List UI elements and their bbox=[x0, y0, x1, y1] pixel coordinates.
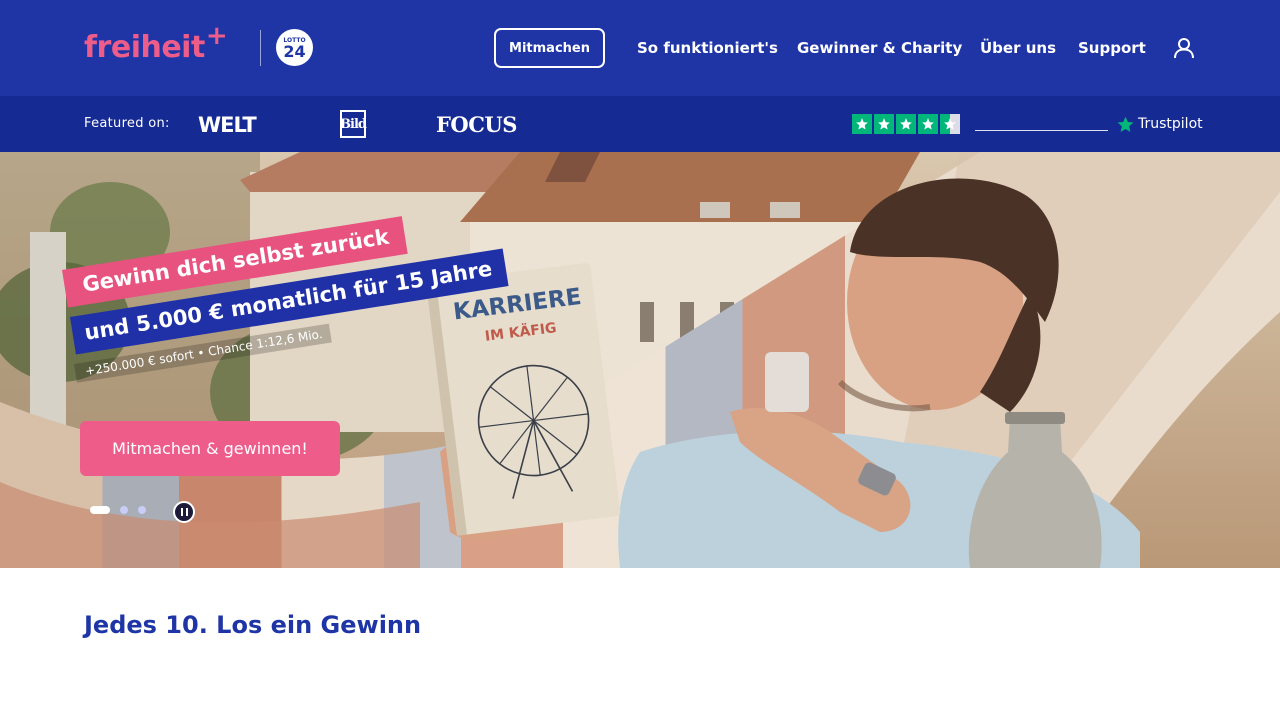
user-icon[interactable] bbox=[1172, 36, 1196, 60]
section-title: Jedes 10. Los ein Gewinn bbox=[84, 611, 422, 639]
freiheit-logo[interactable]: freiheit + bbox=[84, 23, 228, 66]
nav-link-gewinner-charity[interactable]: Gewinner & Charity bbox=[797, 38, 962, 58]
star-icon bbox=[918, 114, 938, 134]
lotto24-badge-number: 24 bbox=[283, 42, 306, 61]
star-icon bbox=[896, 114, 916, 134]
nav-link-support[interactable]: Support bbox=[1078, 38, 1146, 58]
nav-link-ueber-uns[interactable]: Über uns bbox=[980, 38, 1056, 58]
trustpilot-star-icon bbox=[1117, 116, 1134, 132]
pause-icon-bar-left bbox=[180, 508, 183, 516]
focus-logo: FOCUS bbox=[436, 112, 517, 137]
trustpilot-label: Trustpilot bbox=[1138, 116, 1203, 132]
nav-link-so-funktionierts[interactable]: So funktioniert's bbox=[637, 38, 778, 58]
logo-divider bbox=[260, 30, 261, 66]
mitmachen-gewinnen-button[interactable]: Mitmachen & gewinnen! bbox=[80, 421, 340, 476]
carousel-dot-2[interactable] bbox=[120, 506, 128, 514]
top-navigation: freiheit + LOTTO 24 Mitmachen So funktio… bbox=[0, 0, 1280, 96]
mitmachen-button[interactable]: Mitmachen bbox=[494, 28, 605, 68]
star-icon bbox=[852, 114, 872, 134]
logo-wordmark: freiheit bbox=[84, 30, 205, 65]
half-star-icon bbox=[940, 114, 960, 134]
welt-logo: WELT bbox=[198, 113, 258, 136]
trustpilot-underline bbox=[975, 130, 1108, 131]
featured-label: Featured on: bbox=[84, 116, 170, 131]
trustpilot-logo[interactable]: Trustpilot bbox=[1116, 114, 1203, 134]
lotto24-badge: LOTTO 24 bbox=[276, 29, 313, 66]
logo-plus: + bbox=[205, 21, 228, 51]
carousel-dot-1[interactable] bbox=[90, 506, 110, 514]
welt-logo-text: WELT bbox=[198, 113, 257, 136]
carousel-dot-3[interactable] bbox=[138, 506, 146, 514]
featured-strip: Featured on: bbox=[0, 96, 1280, 152]
carousel-pause-button[interactable] bbox=[173, 501, 195, 523]
pause-icon-bar-right bbox=[185, 508, 188, 516]
bild-logo: Bild bbox=[340, 110, 367, 138]
trustpilot-rating bbox=[852, 114, 960, 134]
star-icon bbox=[874, 114, 894, 134]
carousel-indicators bbox=[90, 506, 146, 514]
